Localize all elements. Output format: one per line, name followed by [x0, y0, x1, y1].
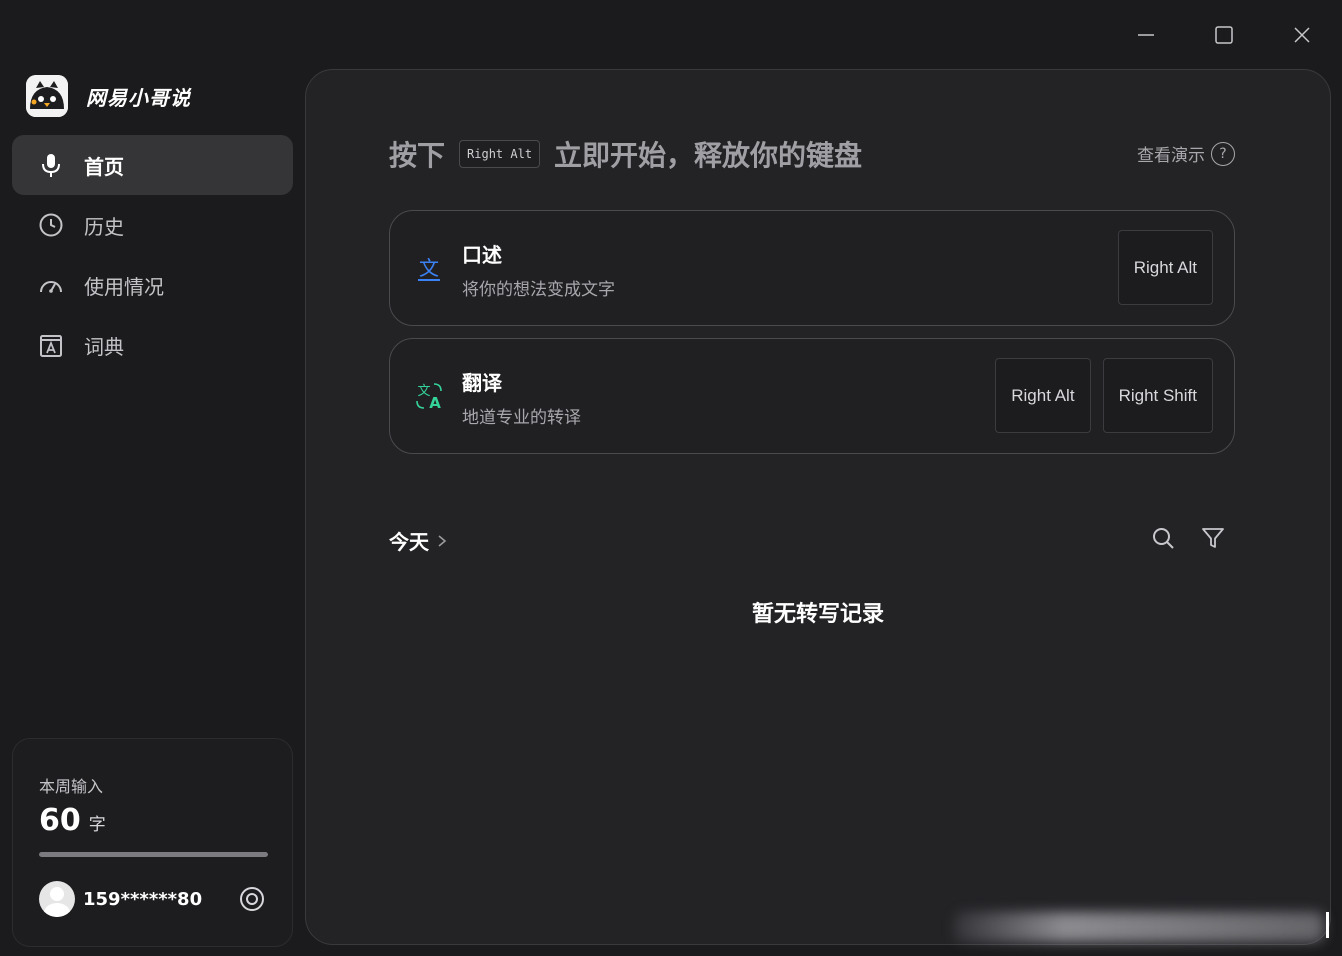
sidebar-item-label: 使用情况 — [84, 274, 164, 299]
gear-icon — [240, 887, 264, 911]
user-profile[interactable]: 159******80 — [39, 881, 202, 917]
stats-unit: 字 — [88, 815, 106, 835]
minimize-button[interactable] — [1126, 18, 1166, 52]
app-logo-icon — [26, 75, 68, 117]
stats-count: 60 — [39, 803, 81, 838]
shortcut-key[interactable]: Right Alt — [995, 358, 1091, 433]
card-title: 翻译 — [462, 371, 502, 395]
app-logo-row: 网易小哥说 — [26, 75, 191, 117]
x-icon — [1294, 27, 1310, 43]
shortcut-key[interactable]: Right Alt — [1117, 230, 1213, 305]
view-demo-link[interactable]: 查看演示 ? — [1137, 141, 1235, 166]
svg-text:文: 文 — [419, 256, 439, 280]
sidebar-nav: 首页 历史 使用情况 词典 — [12, 135, 293, 375]
sidebar-item-label: 词典 — [84, 334, 124, 359]
blurred-overlay — [954, 912, 1324, 942]
history-tools — [1151, 526, 1225, 550]
gauge-icon — [40, 281, 62, 293]
text-cursor — [1326, 912, 1329, 938]
window-controls — [1126, 18, 1322, 52]
text-icon: 文 — [418, 256, 440, 281]
headline-suffix: 立即开始，释放你的键盘 — [554, 139, 863, 172]
shortcut-key[interactable]: Right Shift — [1102, 358, 1213, 433]
main-panel: 按下 Right Alt 立即开始，释放你的键盘 查看演示 ? 文 口述 将你的… — [305, 69, 1331, 945]
clock-icon — [39, 213, 63, 237]
help-icon: ? — [1211, 141, 1235, 166]
sidebar-item-dictionary[interactable]: 词典 — [12, 315, 293, 375]
card-title: 口述 — [462, 243, 502, 267]
microphone-icon — [42, 154, 60, 177]
sidebar-item-history[interactable]: 历史 — [12, 195, 293, 255]
section-title: 今天 — [389, 530, 429, 554]
square-icon — [1215, 26, 1233, 44]
filter-icon[interactable] — [1201, 526, 1225, 550]
user-id: 159******80 — [83, 888, 203, 910]
close-button[interactable] — [1282, 18, 1322, 52]
card-desc: 地道专业的转译 — [462, 408, 581, 428]
stats-label: 本周输入 — [39, 777, 104, 796]
settings-button[interactable] — [238, 885, 266, 913]
stats-progress-fill — [39, 852, 268, 857]
sidebar: 网易小哥说 首页 历史 使用情况 词典 本周输入 60 字 159******8… — [0, 0, 305, 956]
stats-progress-bar — [39, 852, 268, 857]
dictionary-icon — [40, 335, 62, 357]
maximize-button[interactable] — [1204, 18, 1244, 52]
demo-label: 查看演示 — [1137, 146, 1205, 166]
app-name: 网易小哥说 — [86, 85, 191, 110]
today-section-header[interactable]: 今天 — [389, 526, 449, 555]
chevron-right-icon — [438, 534, 447, 547]
page-title: 按下 Right Alt 立即开始，释放你的键盘 — [389, 134, 862, 174]
minus-icon — [1138, 34, 1154, 36]
empty-state-message: 暂无转写记录 — [751, 602, 884, 627]
sidebar-item-usage[interactable]: 使用情况 — [12, 255, 293, 315]
card-desc: 将你的想法变成文字 — [462, 280, 615, 300]
translate-icon: 文 A — [416, 383, 442, 411]
dictation-card[interactable]: 文 口述 将你的想法变成文字 Right Alt — [389, 210, 1235, 326]
headline-prefix: 按下 — [389, 139, 446, 172]
shortcut-keys: Right Alt Right Shift — [995, 358, 1213, 433]
translate-card[interactable]: 文 A 翻译 地道专业的转译 Right Alt Right Shift — [389, 338, 1235, 454]
shortcut-keys: Right Alt — [1117, 230, 1213, 305]
stats-value-row: 60 字 — [39, 803, 106, 838]
headline-key-badge: Right Alt — [459, 140, 541, 168]
avatar[interactable] — [39, 881, 75, 917]
search-icon[interactable] — [1151, 526, 1175, 550]
sidebar-item-label: 首页 — [84, 154, 124, 179]
sidebar-item-label: 历史 — [84, 214, 124, 239]
weekly-stats-card: 本周输入 60 字 159******80 — [12, 738, 293, 947]
sidebar-item-home[interactable]: 首页 — [12, 135, 293, 195]
svg-text:A: A — [429, 394, 441, 411]
